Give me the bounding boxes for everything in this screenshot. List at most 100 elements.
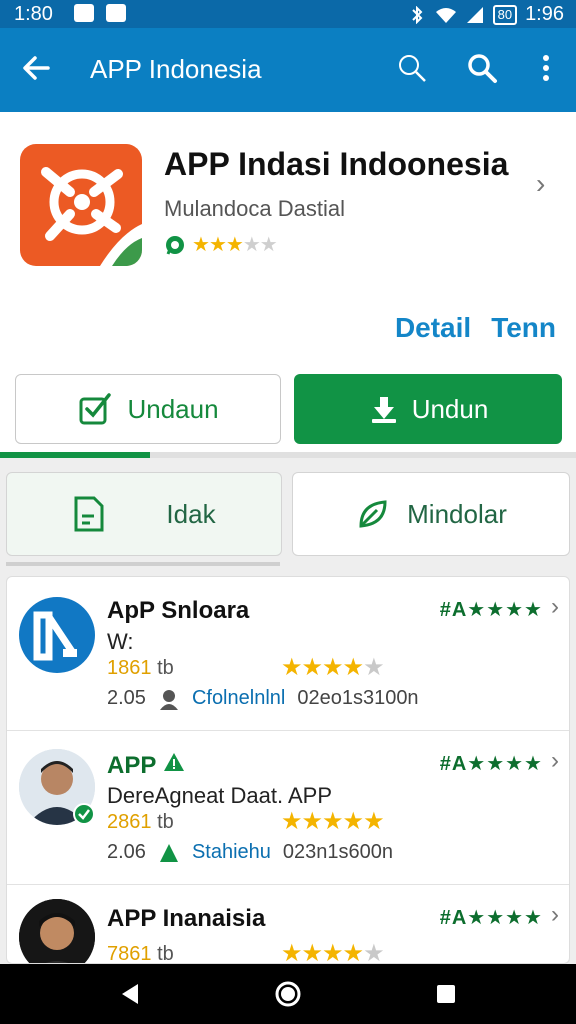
tab-idak[interactable]: Idak xyxy=(6,472,282,556)
list-item[interactable]: APP DereAgneat Daat. APP 2861 tb ★★★★★ 2… xyxy=(7,731,569,885)
star-filled-icon: ★ xyxy=(301,808,323,835)
nav-back-icon[interactable] xyxy=(116,980,144,1008)
person-photo-icon xyxy=(19,899,95,963)
app-logo[interactable] xyxy=(20,144,142,266)
list-item-date: 2.06 xyxy=(107,841,146,863)
app-header-card: APP Indasi Indoonesia Mulandoca Dastial … xyxy=(0,112,576,452)
app-logo-icon xyxy=(41,167,142,266)
list-item-date: 2.05 xyxy=(107,687,146,709)
wifi-icon xyxy=(435,7,456,23)
verified-badge-icon xyxy=(73,803,95,825)
list-item-extra: 02eo1s3100n xyxy=(297,687,419,709)
list-item-stars: ★★★★★ xyxy=(281,807,385,836)
star-filled-icon: ★ xyxy=(342,808,364,835)
undaun-button-label: Undaun xyxy=(127,393,219,424)
list-item-subtitle: W: xyxy=(107,629,134,654)
document-icon xyxy=(74,496,104,532)
star-filled-icon: ★ xyxy=(208,234,227,256)
app-avatar-logo xyxy=(19,597,95,673)
list-item-stars: ★★★★★ xyxy=(281,939,385,964)
list-item[interactable]: APP Inanaisia 7861 tb ★★★★★ #A★★★★ › xyxy=(7,885,569,964)
status-icons: 80 1:96 xyxy=(407,3,564,26)
list-item-size: 7861 tb xyxy=(107,943,174,964)
bluetooth-off-icon xyxy=(411,5,423,24)
list-item-tag: #A★★★★ xyxy=(439,753,543,775)
chevron-right-icon[interactable]: › xyxy=(536,168,545,200)
list-item-tag: #A★★★★ xyxy=(439,907,543,929)
status-time-left: 1:80 xyxy=(14,3,53,25)
star-empty-icon: ★ xyxy=(363,940,384,964)
notification-icon xyxy=(106,4,126,22)
list-item-size: 2861 tb xyxy=(107,811,174,833)
tab-mindolar[interactable]: Mindolar xyxy=(292,472,570,556)
tab-indicator xyxy=(6,562,280,566)
star-filled-icon: ★ xyxy=(322,808,343,835)
app-bar: APP Indonesia xyxy=(0,28,576,112)
list-item-link[interactable]: Cfolnelnlnl xyxy=(192,687,285,710)
undun-button-label: Undun xyxy=(411,393,489,424)
list-item-name: APP xyxy=(107,751,185,780)
back-arrow-icon[interactable] xyxy=(18,50,54,86)
download-icon xyxy=(371,397,396,423)
nav-recents-icon[interactable] xyxy=(432,980,460,1008)
app-rating: ★★★★★ xyxy=(164,232,278,257)
star-filled-icon: ★ xyxy=(322,654,343,681)
star-filled-icon: ★ xyxy=(192,234,210,256)
star-filled-icon: ★ xyxy=(322,940,343,964)
list-item-name: ApP Snloara xyxy=(107,597,250,624)
star-filled-icon: ★ xyxy=(281,654,302,681)
list-item-name: APP Inanaisia xyxy=(107,905,266,932)
list-item-stars: ★★★★★ xyxy=(281,653,385,682)
navigation-bar xyxy=(0,964,576,1024)
star-empty-icon: ★ xyxy=(242,234,261,256)
rating-stars: ★★★★★ xyxy=(192,232,278,257)
list-item-extra: 023n1s600n xyxy=(282,841,394,863)
star-filled-icon: ★ xyxy=(342,940,364,964)
chevron-right-icon[interactable]: › xyxy=(551,747,559,775)
chevron-right-icon[interactable]: › xyxy=(551,593,559,621)
status-bar: 1:80 80 1:96 xyxy=(0,0,576,28)
search-outline-icon[interactable] xyxy=(394,50,430,86)
tab-idak-label: Idak xyxy=(166,498,216,529)
undun-button[interactable]: Undun xyxy=(294,374,562,444)
more-vert-icon[interactable] xyxy=(528,50,564,86)
app-name: APP Indasi Indoonesia xyxy=(164,146,509,182)
undaun-button[interactable]: Undaun xyxy=(15,374,281,444)
signal-icon xyxy=(466,6,483,23)
star-empty-icon: ★ xyxy=(363,654,384,681)
list-item-link[interactable]: Stahiehu xyxy=(192,841,271,864)
star-filled-icon: ★ xyxy=(225,234,244,256)
notification-icon xyxy=(74,4,94,22)
app-logo-icon xyxy=(33,611,77,661)
app-list: ApP Snloara W: 1861 tb ★★★★★ 2.05 Cfolne… xyxy=(6,576,570,964)
tenn-link[interactable]: Tenn xyxy=(491,312,556,344)
check-square-icon xyxy=(79,393,112,425)
star-filled-icon: ★ xyxy=(301,654,323,681)
warning-icon xyxy=(163,753,184,771)
download-progress xyxy=(0,452,576,458)
star-filled-icon: ★ xyxy=(281,808,302,835)
search-icon[interactable] xyxy=(464,50,500,86)
app-bar-title: APP Indonesia xyxy=(90,54,262,84)
chevron-right-icon[interactable]: › xyxy=(551,901,559,929)
status-time-right: 1:96 xyxy=(525,3,564,25)
star-filled-icon: ★ xyxy=(363,808,384,835)
alert-icon xyxy=(159,843,178,862)
nav-home-icon[interactable] xyxy=(274,980,302,1008)
star-filled-icon: ★ xyxy=(342,654,364,681)
list-item-meta: 2.05 Cfolnelnlnl 02eo1s3100n xyxy=(107,687,419,710)
app-avatar-photo xyxy=(19,899,95,963)
developer-name[interactable]: Mulandoca Dastial xyxy=(164,196,345,222)
list-item-subtitle: DereAgneat Daat. APP xyxy=(107,783,333,808)
star-filled-icon: ★ xyxy=(281,940,302,964)
star-empty-icon: ★ xyxy=(259,234,278,256)
list-item-size: 1861 tb xyxy=(107,657,174,679)
list-item-meta: 2.06 Stahiehu 023n1s600n xyxy=(107,841,393,864)
download-progress-fill xyxy=(0,452,150,458)
list-item[interactable]: ApP Snloara W: 1861 tb ★★★★★ 2.05 Cfolne… xyxy=(7,577,569,731)
leaf-edit-icon xyxy=(359,500,387,528)
whatsapp-icon xyxy=(166,235,184,255)
detail-link[interactable]: Detail xyxy=(395,312,471,344)
star-filled-icon: ★ xyxy=(301,940,323,964)
tab-mindolar-label: Mindolar xyxy=(407,498,507,529)
